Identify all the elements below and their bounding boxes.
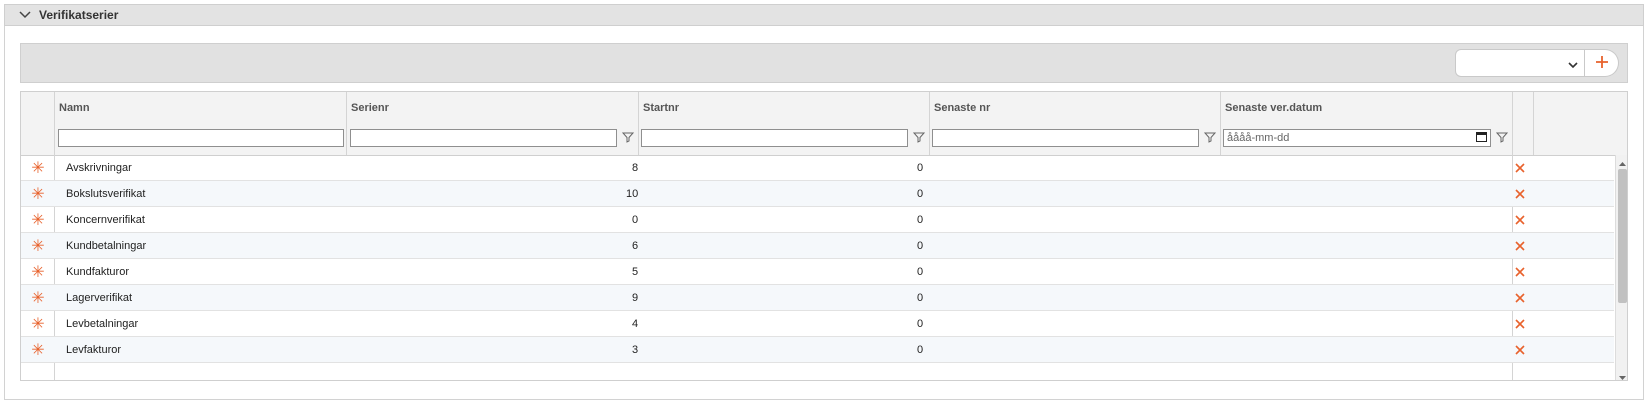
funnel-icon[interactable] bbox=[1203, 131, 1217, 143]
filter-input-startnr[interactable] bbox=[641, 129, 908, 147]
cell-startnr: 8 bbox=[632, 162, 639, 174]
asterisk-icon: ✳ bbox=[31, 290, 45, 307]
chevron-down-icon bbox=[1568, 58, 1578, 72]
funnel-icon[interactable] bbox=[621, 131, 635, 143]
table-row[interactable]: ✳ Kundbetalningar 6 0 bbox=[21, 233, 1614, 259]
column-header-row: Namn Serienr Startnr Senaste nr Senaste … bbox=[21, 92, 1627, 124]
add-row-button[interactable] bbox=[1585, 49, 1619, 77]
cell-senaste-nr: 0 bbox=[917, 318, 924, 330]
cell-namn: Kundfakturor bbox=[66, 266, 129, 278]
asterisk-icon: ✳ bbox=[31, 316, 45, 333]
close-icon[interactable] bbox=[1511, 259, 1529, 285]
cell-namn: Bokslutsverifikat bbox=[66, 188, 146, 200]
close-icon[interactable] bbox=[1511, 155, 1529, 181]
filter-input-serienr[interactable] bbox=[350, 129, 617, 147]
cell-senaste-nr: 0 bbox=[917, 240, 924, 252]
table-row[interactable]: ✳ Kundfakturor 5 0 bbox=[21, 259, 1614, 285]
scrollbar-thumb[interactable] bbox=[1618, 169, 1627, 303]
grid-toolbar bbox=[20, 43, 1628, 83]
calendar-icon[interactable] bbox=[1476, 131, 1487, 145]
cell-namn: Lagerverifikat bbox=[66, 292, 133, 304]
table-row[interactable]: ✳ Avskrivningar 8 0 bbox=[21, 155, 1614, 181]
asterisk-icon: ✳ bbox=[31, 212, 45, 229]
col-header-startnr[interactable]: Startnr bbox=[638, 92, 929, 123]
table-row[interactable]: ✳ Levfakturor 3 0 bbox=[21, 337, 1614, 363]
cell-startnr: 9 bbox=[632, 292, 639, 304]
filter-input-namn[interactable] bbox=[58, 129, 344, 147]
scroll-up-icon[interactable] bbox=[1618, 157, 1627, 166]
cell-senaste-nr: 0 bbox=[917, 162, 924, 174]
date-placeholder: åååå-mm-dd bbox=[1227, 132, 1290, 144]
close-icon[interactable] bbox=[1511, 207, 1529, 233]
chevron-down-icon[interactable] bbox=[17, 7, 33, 23]
cell-namn: Kundbetalningar bbox=[66, 240, 147, 252]
section-header[interactable]: Verifikatserier bbox=[4, 4, 1644, 26]
cell-startnr: 5 bbox=[632, 266, 639, 278]
cell-namn: Avskrivningar bbox=[66, 162, 132, 174]
vertical-scrollbar[interactable] bbox=[1615, 155, 1627, 380]
asterisk-icon: ✳ bbox=[31, 238, 45, 255]
verifikatserier-grid: Namn Serienr Startnr Senaste nr Senaste … bbox=[20, 91, 1628, 381]
plus-icon bbox=[1595, 55, 1609, 72]
table-row[interactable]: ✳ Lagerverifikat 9 0 bbox=[21, 285, 1614, 311]
close-icon[interactable] bbox=[1511, 337, 1529, 363]
cell-senaste-nr: 0 bbox=[917, 292, 924, 304]
col-header-senaste-nr[interactable]: Senaste nr bbox=[929, 92, 1220, 123]
scroll-down-icon[interactable] bbox=[1618, 371, 1627, 380]
asterisk-icon: ✳ bbox=[31, 342, 45, 359]
asterisk-icon: ✳ bbox=[31, 186, 45, 203]
cell-senaste-nr: 0 bbox=[917, 214, 924, 226]
close-icon[interactable] bbox=[1511, 311, 1529, 337]
cell-startnr: 6 bbox=[632, 240, 639, 252]
table-row[interactable]: ✳ Koncernverifikat 0 0 bbox=[21, 207, 1614, 233]
cell-namn: Levbetalningar bbox=[66, 318, 139, 330]
cell-startnr: 4 bbox=[632, 318, 639, 330]
cell-senaste-nr: 0 bbox=[917, 266, 924, 278]
cell-namn: Koncernverifikat bbox=[66, 214, 145, 226]
filter-date-senaste-datum[interactable]: åååå-mm-dd bbox=[1223, 129, 1491, 147]
asterisk-icon: ✳ bbox=[31, 160, 45, 177]
filter-input-senaste-nr[interactable] bbox=[932, 129, 1199, 147]
table-row[interactable]: ✳ Bokslutsverifikat 10 0 bbox=[21, 181, 1614, 207]
col-header-namn[interactable]: Namn bbox=[54, 92, 346, 123]
funnel-icon[interactable] bbox=[912, 131, 926, 143]
col-header-serienr[interactable]: Serienr bbox=[346, 92, 638, 123]
section-title: Verifikatserier bbox=[39, 8, 119, 22]
cell-startnr: 0 bbox=[632, 214, 639, 226]
close-icon[interactable] bbox=[1511, 285, 1529, 311]
cell-senaste-nr: 0 bbox=[917, 344, 924, 356]
cell-senaste-nr: 0 bbox=[917, 188, 924, 200]
cell-namn: Levfakturor bbox=[66, 344, 122, 356]
cell-startnr: 3 bbox=[632, 344, 639, 356]
table-row[interactable]: ✳ Levbetalningar 4 0 bbox=[21, 311, 1614, 337]
action-select[interactable] bbox=[1455, 49, 1585, 77]
col-header-senaste-datum[interactable]: Senaste ver.datum bbox=[1220, 92, 1512, 123]
filter-row: åååå-mm-dd bbox=[21, 123, 1627, 156]
close-icon[interactable] bbox=[1511, 181, 1529, 207]
close-icon[interactable] bbox=[1511, 233, 1529, 259]
cell-startnr: 10 bbox=[626, 188, 639, 200]
funnel-icon[interactable] bbox=[1495, 131, 1509, 143]
asterisk-icon: ✳ bbox=[31, 264, 45, 281]
